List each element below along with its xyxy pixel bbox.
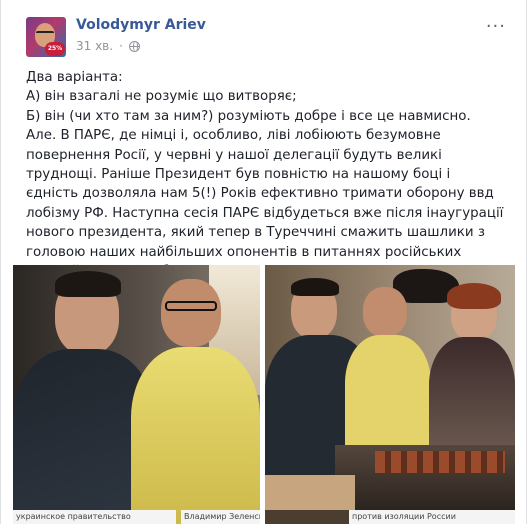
photo-right-table [265,475,355,510]
photo-left-head2 [161,279,221,347]
author-name[interactable]: Volodymyr Ariev [76,17,206,33]
photo-right-head2 [363,287,407,337]
photo-collage: украинское правительство Владимир Зеленс… [13,265,515,524]
photo-left-hair1 [55,271,121,297]
avatar-badge: 25% [45,42,65,56]
photo-right-shirt2 [345,335,431,455]
globe-icon[interactable] [128,40,140,52]
photo-right-top3 [429,337,515,457]
photo-right-hair3 [447,283,501,309]
post-time[interactable]: 31 хв. [76,39,113,53]
photo-right[interactable]: против изоляции России [265,265,515,524]
photo-left-glasses2 [165,301,217,311]
photo-right-hair1 [291,278,339,296]
post-text: Два варіанта: А) він взагалі не розуміє … [26,68,506,281]
post-paragraph: Б) він (чи хто там за ним?) розуміють до… [26,108,471,124]
dot-separator: · [119,39,123,53]
post-meta: 31 хв. · [76,38,140,54]
photo-left-shirt2 [131,347,260,524]
more-options-icon[interactable]: ··· [486,16,506,37]
photo-left-caption-2: Владимир Зеленский, отдыхавший [181,510,260,524]
post-paragraph: А) він взагалі не розуміє що витворяє; [26,89,297,105]
photo-left[interactable]: украинское правительство Владимир Зеленс… [13,265,260,524]
post-paragraph: Але. В ПАРЄ, де німці і, особливо, ліві … [26,128,504,279]
post-card: 25% Volodymyr Ariev 31 хв. · ··· Два вар… [0,0,527,524]
author-avatar[interactable]: 25% [26,17,66,57]
photo-right-caption: против изоляции России [349,510,515,524]
post-paragraph: Два варіанта: [26,70,123,85]
photo-right-skewers [375,451,505,473]
avatar-glasses [36,31,54,37]
photo-left-caption: украинское правительство [13,510,176,524]
